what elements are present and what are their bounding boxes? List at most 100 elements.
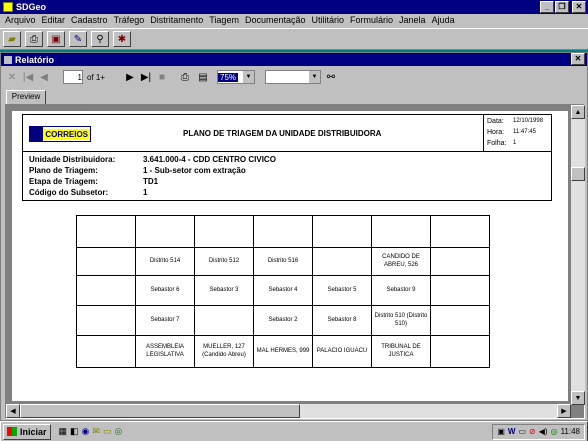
zoom-icon[interactable]: ⚲	[91, 31, 109, 47]
report-icon	[4, 55, 12, 64]
field-value: 1	[143, 188, 148, 197]
meta-value: 11:47:45	[513, 129, 536, 135]
report-window: Relatório ✕ ✕ |◀ ◀ of 1+ ▶ ▶| ■ ⎙ ▤ 75% …	[0, 52, 588, 421]
start-label: Iniciar	[20, 426, 47, 437]
sdgeo-task-icon[interactable]: ◎	[114, 426, 122, 437]
app-icon	[3, 2, 13, 12]
antivirus-icon[interactable]: ⊘	[529, 427, 536, 436]
scroll-left-icon[interactable]: ◀	[6, 404, 20, 418]
chevron-down-icon: ▼	[309, 71, 320, 83]
grid-cell: CANDIDO DE ABREU, 526	[371, 247, 431, 276]
menu-item-arquivo[interactable]: Arquivo	[2, 15, 39, 25]
menu-item-editar[interactable]: Editar	[39, 15, 69, 25]
network-icon[interactable]: ▣	[497, 427, 505, 436]
word-icon[interactable]: W	[508, 427, 516, 436]
horizontal-scroll-thumb[interactable]	[20, 404, 300, 418]
tab-preview[interactable]: Preview	[6, 90, 46, 104]
menu-item-tiagem[interactable]: Tiagem	[206, 15, 242, 25]
page-number-input[interactable]	[63, 70, 83, 84]
report-page: CORREIOS PLANO DE TRIAGEM DA UNIDADE DIS…	[12, 111, 568, 401]
grid-cell	[194, 215, 254, 248]
preview-viewport: CORREIOS PLANO DE TRIAGEM DA UNIDADE DIS…	[5, 104, 585, 419]
grid-row: Distrito 514 Distrito 512 Distrito 516 CAND…	[76, 247, 490, 276]
desktop-icon[interactable]: ▦	[59, 426, 68, 437]
windows-icon[interactable]: ▣	[47, 31, 65, 47]
print-report-icon[interactable]: ⎙	[177, 69, 193, 85]
grid-cell	[430, 215, 490, 248]
last-page-icon[interactable]: ▶|	[139, 69, 153, 85]
search-select[interactable]: ▼	[265, 70, 321, 84]
prev-page-icon[interactable]: ◀	[37, 69, 51, 85]
grid-cell	[312, 215, 372, 248]
start-button[interactable]: Iniciar	[3, 423, 51, 440]
grid-cell: ASSEMBLEIA LEGISLATIVA	[135, 335, 195, 368]
print-icon[interactable]: ⎙	[25, 31, 43, 47]
open-icon[interactable]: ▰	[3, 31, 21, 47]
folder-icon[interactable]: ▭	[103, 426, 112, 437]
grid-icon[interactable]: ✱	[113, 31, 131, 47]
grid-cell: TRIBUNAL DE JUSTICA	[371, 335, 431, 368]
menu-item-trafego[interactable]: Tráfego	[111, 15, 148, 25]
outlook-icon[interactable]: ✉	[92, 426, 100, 437]
scroll-up-icon[interactable]: ▲	[571, 105, 585, 119]
menu-item-distritamento[interactable]: Distritamento	[147, 15, 206, 25]
grid-cell	[76, 335, 136, 368]
report-title: PLANO DE TRIAGEM DA UNIDADE DISTRIBUIDOR…	[183, 129, 382, 138]
meta-label: Hora:	[487, 129, 505, 136]
grid-cell	[76, 305, 136, 336]
zoom-select[interactable]: 75% ▼	[217, 70, 255, 84]
horizontal-scrollbar[interactable]: ◀ ▶	[6, 404, 571, 418]
vertical-scrollbar[interactable]: ▲ ▼	[571, 105, 585, 405]
meta-label: Folha:	[487, 140, 507, 147]
monitor-icon[interactable]: ▭	[518, 427, 526, 436]
tools-icon[interactable]: ✎	[69, 31, 87, 47]
grid-cell: Distrito 512	[194, 247, 254, 276]
field-label: Código do Subsetor:	[29, 188, 109, 197]
first-page-icon[interactable]: |◀	[21, 69, 35, 85]
stop-icon[interactable]: ■	[155, 69, 169, 85]
menu-item-utilitario[interactable]: Utilitário	[309, 15, 348, 25]
tab-preview-label: Preview	[11, 92, 41, 101]
browser-icon[interactable]: ◉	[82, 426, 90, 437]
grid-cell: Sebastor 7	[135, 305, 195, 336]
windows-logo-icon	[7, 427, 17, 436]
menu-item-cadastro[interactable]: Cadastro	[68, 15, 111, 25]
menu-item-janela[interactable]: Janela	[396, 15, 429, 25]
grid-cell	[312, 247, 372, 276]
meta-value: 1	[513, 140, 517, 146]
vertical-scroll-thumb[interactable]	[571, 167, 585, 181]
restore-icon[interactable]: ❐	[555, 1, 569, 13]
grid-cell: Distrito 514	[135, 247, 195, 276]
next-page-icon[interactable]: ▶	[123, 69, 137, 85]
minimize-icon[interactable]: _	[540, 1, 554, 13]
explorer-icon[interactable]: ◧	[70, 426, 79, 437]
meta-value: 12/10/1998	[513, 118, 544, 124]
grid-cell	[194, 305, 254, 336]
grid-cell	[430, 335, 490, 368]
tray-app-icon[interactable]: ◎	[551, 427, 558, 436]
app-title: SDGeo	[16, 2, 47, 12]
menu-item-ajuda[interactable]: Ajuda	[429, 15, 458, 25]
report-window-title: Relatório	[15, 54, 55, 65]
scroll-down-icon[interactable]: ▼	[571, 391, 585, 405]
chevron-down-icon: ▼	[243, 71, 254, 83]
meta-row: Hora: 11:47:45	[487, 127, 550, 138]
volume-icon[interactable]: ◀)	[539, 427, 548, 436]
grid-cell: Distrito 510 (Distrito 510)	[371, 305, 431, 336]
export-icon[interactable]: ▤	[195, 69, 211, 85]
report-fields: Unidade Distribuidora: 3.641.000-4 - CDD …	[22, 151, 552, 201]
report-close-icon[interactable]: ✕	[571, 53, 585, 65]
quick-launch: ▦ ◧ ◉ ✉ ▭ ◎	[59, 426, 123, 437]
cancel-icon[interactable]: ✕	[5, 69, 19, 85]
grid-cell: Distrito 516	[253, 247, 313, 276]
binoculars-icon[interactable]: ⚯	[323, 69, 339, 85]
grid-cell: Sebastor 8	[312, 305, 372, 336]
menu-item-formulario[interactable]: Formulário	[347, 15, 396, 25]
field-row: Plano de Triagem: 1 - Sub-setor com extra…	[29, 165, 545, 176]
close-icon[interactable]: ✕	[572, 1, 586, 13]
menu-item-documentacao[interactable]: Documentação	[242, 15, 309, 25]
grid-cell	[430, 275, 490, 306]
menu-bar: Arquivo Editar Cadastro Tráfego Distritament…	[0, 14, 588, 28]
grid-cell: Sebastor 5	[312, 275, 372, 306]
scroll-right-icon[interactable]: ▶	[557, 404, 571, 418]
